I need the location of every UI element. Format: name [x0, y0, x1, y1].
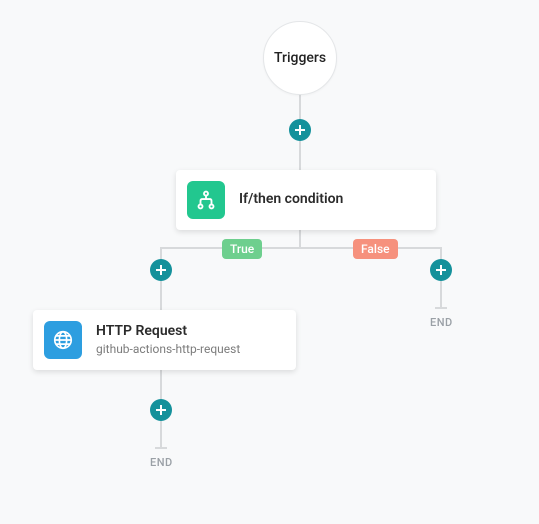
condition-text: If/then condition — [239, 191, 343, 209]
connector-line — [160, 247, 442, 249]
condition-node[interactable]: If/then condition — [176, 170, 436, 230]
connector-line — [160, 368, 162, 400]
connector-line — [299, 94, 301, 121]
add-step-button-after-http[interactable] — [150, 399, 172, 421]
plus-icon — [435, 264, 447, 276]
connector-line — [160, 280, 162, 311]
add-step-button-true-branch[interactable] — [150, 259, 172, 281]
plus-icon — [155, 404, 167, 416]
http-request-node[interactable]: HTTP Request github-actions-http-request — [33, 310, 296, 370]
branch-icon — [187, 181, 225, 219]
plus-icon — [294, 124, 306, 136]
end-cap — [435, 307, 447, 309]
connector-line — [160, 420, 162, 448]
branch-label-false: False — [353, 239, 398, 259]
connector-line — [440, 280, 442, 308]
condition-title: If/then condition — [239, 191, 343, 209]
connector-line — [299, 230, 301, 248]
globe-icon — [44, 321, 82, 359]
http-subtitle: github-actions-http-request — [96, 342, 240, 357]
plus-icon — [155, 264, 167, 276]
branch-label-true: True — [222, 239, 262, 259]
end-cap — [155, 447, 167, 449]
http-text: HTTP Request github-actions-http-request — [96, 323, 240, 358]
add-step-button-false-branch[interactable] — [430, 259, 452, 281]
trigger-node[interactable]: Triggers — [263, 21, 337, 95]
add-step-button[interactable] — [289, 119, 311, 141]
end-label-left: END — [150, 456, 173, 469]
http-title: HTTP Request — [96, 323, 240, 341]
workflow-canvas: Triggers If/then condition True False — [0, 0, 539, 524]
trigger-label: Triggers — [274, 50, 326, 66]
end-label-right: END — [430, 316, 453, 329]
connector-line — [299, 140, 301, 172]
